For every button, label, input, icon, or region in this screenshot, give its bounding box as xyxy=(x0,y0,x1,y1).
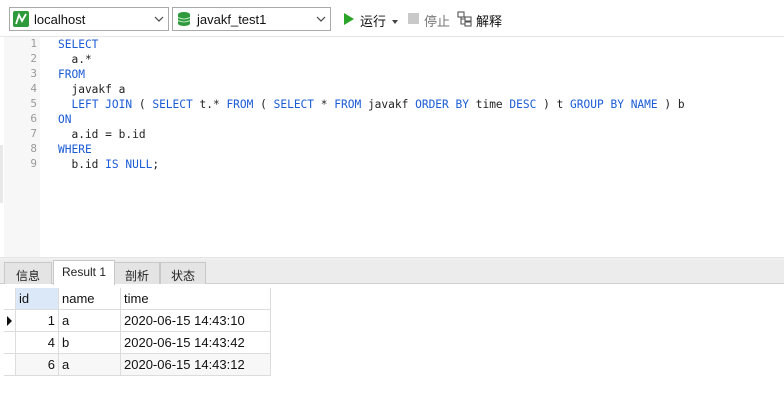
database-value: javakf_test1 xyxy=(197,12,267,27)
chevron-down-icon xyxy=(315,13,327,25)
sql-text: t.* xyxy=(192,98,227,111)
sql-text: a.id = b.id xyxy=(58,128,146,141)
sql-keyword: LEFT JOIN xyxy=(71,98,133,111)
stop-label: 停止 xyxy=(424,14,451,29)
sql-text: ( xyxy=(132,98,153,111)
sql-keyword: WHERE xyxy=(58,143,92,156)
database-icon xyxy=(176,11,192,27)
play-icon xyxy=(341,11,357,27)
line-number: 1 xyxy=(30,37,37,50)
sql-text: b.id xyxy=(58,158,106,171)
tab-profile[interactable]: 剖析 xyxy=(114,262,160,284)
sql-keyword: FROM xyxy=(58,68,85,81)
table-cell-name[interactable]: b xyxy=(59,332,121,354)
run-dropdown-icon[interactable] xyxy=(391,14,399,29)
table-cell-name[interactable]: a xyxy=(59,310,121,332)
code-line: a.* xyxy=(58,52,92,67)
code-line: b.id IS NULL; xyxy=(58,157,159,172)
sql-keyword: ORDER BY xyxy=(415,98,469,111)
row-header[interactable] xyxy=(4,332,16,354)
connection-icon xyxy=(13,11,29,27)
table-cell-id[interactable]: 6 xyxy=(16,354,59,376)
line-number-gutter: 1 2 3 4 5 6 7 8 9 xyxy=(4,37,40,257)
sql-text: ( xyxy=(253,98,274,111)
code-line: ON xyxy=(58,112,71,127)
column-header-name[interactable]: name xyxy=(59,288,121,310)
sql-text: javakf xyxy=(361,98,416,111)
sql-keyword: SELECT xyxy=(152,98,193,111)
tab-status[interactable]: 状态 xyxy=(160,262,206,284)
line-number: 6 xyxy=(30,112,37,125)
column-header-time[interactable]: time xyxy=(121,288,271,310)
line-number: 7 xyxy=(30,127,37,140)
column-header-id[interactable]: id xyxy=(16,288,59,310)
sql-keyword: DESC xyxy=(509,98,537,111)
line-number: 9 xyxy=(30,157,37,170)
line-number: 4 xyxy=(30,82,37,95)
tab-result-1[interactable]: Result 1 xyxy=(53,260,115,285)
table-cell-time[interactable]: 2020-06-15 14:43:10 xyxy=(121,310,271,332)
sql-text: javakf a xyxy=(58,83,126,96)
sql-text: ) b xyxy=(657,98,685,111)
database-select[interactable]: javakf_test1 xyxy=(172,7,331,31)
current-row-icon xyxy=(7,316,12,326)
code-line: a.id = b.id xyxy=(58,127,146,142)
editor-edge-marker xyxy=(0,145,3,203)
sql-keyword: NAME xyxy=(630,98,658,111)
tab-label: 状态 xyxy=(170,269,195,283)
sql-text: time xyxy=(468,98,510,111)
explain-button[interactable]: 解释 xyxy=(457,10,507,29)
sql-keyword: GROUP BY xyxy=(570,98,624,111)
table-cell-time[interactable]: 2020-06-15 14:43:12 xyxy=(121,354,271,376)
sql-keyword: SELECT xyxy=(273,98,315,111)
sql-keyword: FROM xyxy=(334,98,362,111)
connection-value: localhost xyxy=(34,12,86,27)
toolbar: localhost javakf_test1 运行 停止 解释 xyxy=(0,0,784,37)
explain-label: 解释 xyxy=(476,14,503,29)
sql-keyword: FROM xyxy=(226,98,254,111)
stop-button[interactable]: 停止 xyxy=(406,10,452,29)
sql-keyword: ON xyxy=(58,113,72,126)
run-button[interactable]: 运行 xyxy=(341,10,399,29)
sql-text: * xyxy=(314,98,335,111)
code-line: LEFT JOIN ( SELECT t.* FROM ( SELECT * F… xyxy=(58,97,685,112)
tab-label: Result 1 xyxy=(61,265,107,279)
code-line: javakf a xyxy=(58,82,125,97)
line-number: 2 xyxy=(30,52,37,65)
sql-text: ; xyxy=(152,158,160,171)
sql-text: ) t xyxy=(536,98,571,111)
run-label: 运行 xyxy=(360,14,387,29)
table-cell-time[interactable]: 2020-06-15 14:43:42 xyxy=(121,332,271,354)
table-cell-id[interactable]: 1 xyxy=(16,310,59,332)
row-header[interactable] xyxy=(4,310,16,332)
sql-keyword: SELECT xyxy=(58,38,99,51)
table-cell-id[interactable]: 4 xyxy=(16,332,59,354)
line-number: 8 xyxy=(30,142,37,155)
line-number: 3 xyxy=(30,67,37,80)
tab-label: 信息 xyxy=(15,269,40,283)
sql-text: a.* xyxy=(58,53,92,66)
chevron-down-icon xyxy=(153,13,165,25)
stop-icon xyxy=(406,11,422,27)
explain-icon xyxy=(457,11,473,27)
line-number: 5 xyxy=(30,97,37,110)
tab-info[interactable]: 信息 xyxy=(4,262,52,284)
table-cell-name[interactable]: a xyxy=(59,354,121,376)
code-line: SELECT xyxy=(58,37,98,52)
sql-editor[interactable]: 1 2 3 4 5 6 7 8 9 SELECT a.* FROM javakf … xyxy=(0,37,784,257)
code-line: WHERE xyxy=(58,142,92,157)
result-tab-bar: 信息 Result 1 剖析 状态 xyxy=(0,260,784,285)
connection-select[interactable]: localhost xyxy=(9,7,169,31)
row-header[interactable] xyxy=(4,354,16,376)
sql-keyword: IS NULL xyxy=(105,158,153,171)
code-line: FROM xyxy=(58,67,85,82)
grid-corner xyxy=(4,288,16,310)
tab-label: 剖析 xyxy=(124,269,149,283)
